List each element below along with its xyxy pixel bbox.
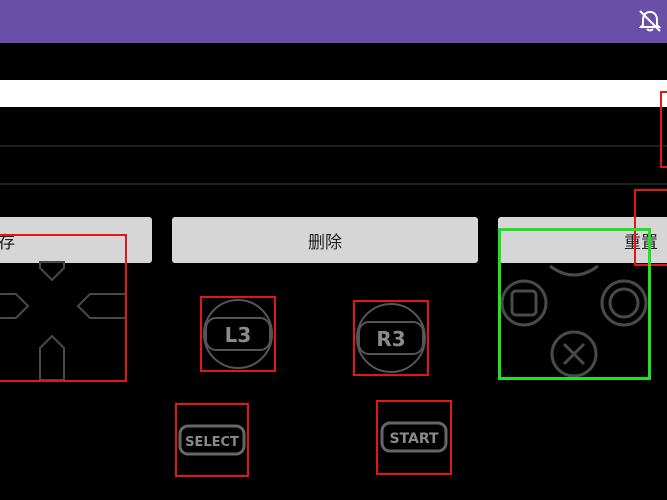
- select-selection-box: [175, 403, 249, 477]
- delete-button[interactable]: 删除: [172, 217, 478, 263]
- face-buttons-selection-box: [498, 228, 651, 380]
- dpad-selection-box: [0, 234, 127, 382]
- selection-box[interactable]: [660, 91, 667, 168]
- status-bar: [0, 0, 667, 43]
- notifications-off-icon: [638, 10, 662, 32]
- text-input[interactable]: [0, 80, 667, 107]
- delete-button-label: 删除: [308, 232, 342, 253]
- start-selection-box: [376, 400, 452, 475]
- r3-selection-box: [353, 300, 429, 376]
- divider: [0, 183, 667, 185]
- l3-selection-box: [200, 296, 276, 372]
- divider: [0, 145, 667, 147]
